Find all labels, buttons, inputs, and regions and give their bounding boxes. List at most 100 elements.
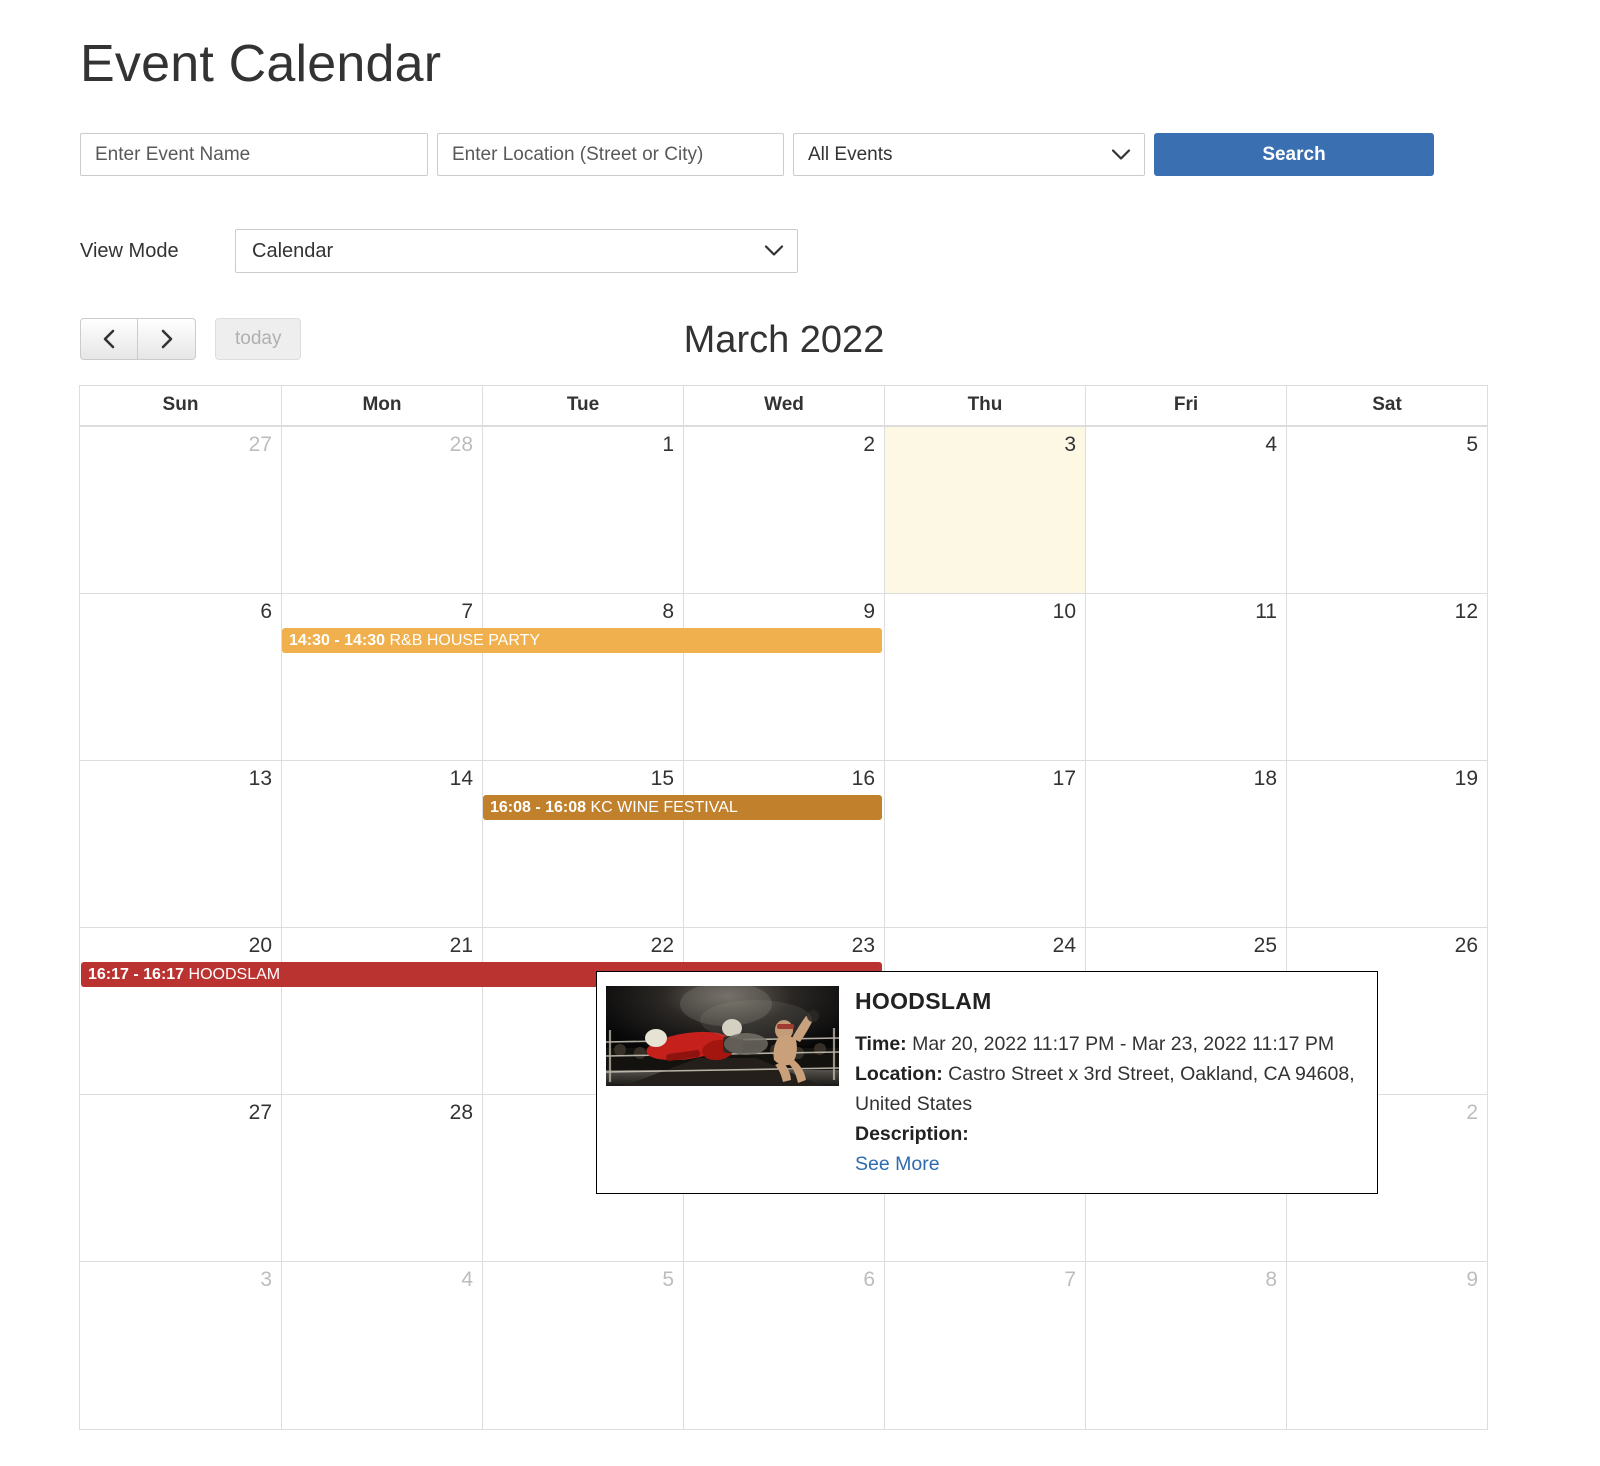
calendar-day-cell[interactable]: 27 <box>80 1095 281 1261</box>
calendar-day-cell[interactable]: 7 <box>281 594 482 760</box>
calendar-day-cell[interactable]: 27 <box>80 427 281 593</box>
weekday-header-tue: Tue <box>482 386 683 425</box>
event-thumbnail-image <box>606 986 839 1086</box>
day-number: 9 <box>1466 1268 1478 1291</box>
calendar-day-cell[interactable]: 5 <box>482 1262 683 1429</box>
calendar-day-cell[interactable]: 19 <box>1286 761 1487 927</box>
event-category-value: All Events <box>808 143 893 165</box>
calendar-day-cell[interactable]: 6 <box>80 594 281 760</box>
day-number: 25 <box>1253 934 1277 957</box>
calendar-day-cell[interactable]: 5 <box>1286 427 1487 593</box>
calendar-day-cell[interactable]: 4 <box>1085 427 1286 593</box>
day-number: 17 <box>1052 767 1076 790</box>
calendar-day-cell[interactable]: 9 <box>683 594 884 760</box>
view-mode-value: Calendar <box>252 239 334 262</box>
calendar-day-cell[interactable]: 18 <box>1085 761 1286 927</box>
calendar-day-cell[interactable]: 1 <box>482 427 683 593</box>
calendar-day-cell[interactable]: 10 <box>884 594 1085 760</box>
day-number: 18 <box>1253 767 1277 790</box>
event-time: 14:30 - 14:30 <box>288 632 386 649</box>
day-number: 6 <box>260 600 272 623</box>
day-number: 4 <box>461 1268 473 1291</box>
calendar-day-cell[interactable]: 3 <box>884 427 1085 593</box>
calendar-day-cell[interactable]: 8 <box>1085 1262 1286 1429</box>
tooltip-description-row: Description: <box>855 1119 1363 1149</box>
day-number: 27 <box>248 1101 272 1124</box>
event-calendar-page: Event Calendar All Events Search View Mo… <box>0 0 1600 1466</box>
day-number: 3 <box>260 1268 272 1291</box>
search-button[interactable]: Search <box>1154 133 1434 176</box>
calendar-week-row: 13 14 15 16 17 18 19 16:08 - 16:08 KC WINE FEST… <box>80 761 1487 928</box>
tooltip-time-value: Mar 20, 2022 11:17 PM - Mar 23, 2022 11:… <box>912 1033 1335 1055</box>
calendar-day-cell[interactable]: 11 <box>1085 594 1286 760</box>
calendar-day-cell[interactable]: 14 <box>281 761 482 927</box>
tooltip-location-label: Location: <box>855 1063 943 1085</box>
calendar-day-cell[interactable]: 16 <box>683 761 884 927</box>
calendar-week-row: 27 28 1 2 3 4 5 <box>80 427 1487 594</box>
calendar-event-bar[interactable]: 16:08 - 16:08 KC WINE FESTIVAL <box>482 795 882 820</box>
day-number: 14 <box>449 767 473 790</box>
event-tooltip: HOODSLAM Time: Mar 20, 2022 11:17 PM - M… <box>596 971 1378 1194</box>
calendar-day-cell[interactable]: 9 <box>1286 1262 1487 1429</box>
day-number: 26 <box>1454 934 1478 957</box>
day-number: 13 <box>248 767 272 790</box>
calendar-toolbar: today March 2022 <box>80 318 1488 362</box>
calendar-day-cell[interactable]: 12 <box>1286 594 1487 760</box>
day-number: 15 <box>650 767 674 790</box>
day-number: 7 <box>461 600 473 623</box>
calendar-day-cell[interactable]: 28 <box>281 1095 482 1261</box>
day-number: 3 <box>1064 433 1076 456</box>
calendar-day-cell[interactable]: 15 <box>482 761 683 927</box>
calendar-day-cell[interactable]: 28 <box>281 427 482 593</box>
day-number: 5 <box>662 1268 674 1291</box>
day-number: 5 <box>1466 433 1478 456</box>
location-input[interactable] <box>437 133 784 176</box>
view-mode-label: View Mode <box>80 239 179 262</box>
day-number: 8 <box>1265 1268 1277 1291</box>
day-number: 2 <box>863 433 875 456</box>
tooltip-event-title: HOODSLAM <box>855 988 992 1014</box>
calendar-day-cell[interactable]: 6 <box>683 1262 884 1429</box>
event-tooltip-body: HOODSLAM Time: Mar 20, 2022 11:17 PM - M… <box>855 986 1363 1179</box>
day-number: 28 <box>449 1101 473 1124</box>
day-number: 12 <box>1454 600 1478 623</box>
view-mode-select[interactable]: Calendar <box>235 229 798 273</box>
tooltip-location-row: Location: Castro Street x 3rd Street, Oa… <box>855 1059 1363 1119</box>
day-number: 6 <box>863 1268 875 1291</box>
calendar-body: 27 28 1 2 3 4 5 6 7 8 9 10 11 12 14:30 - 14:30 R&B HOU… <box>80 427 1487 1429</box>
weekday-header-sun: Sun <box>162 394 199 415</box>
weekday-header-thu: Thu <box>884 386 1085 425</box>
calendar-weekday-header: Sun Mon Tue Wed Thu Fri Sat <box>80 386 1487 427</box>
calendar-day-cell[interactable]: 7 <box>884 1262 1085 1429</box>
day-number: 4 <box>1265 433 1277 456</box>
tooltip-time-row: Time: Mar 20, 2022 11:17 PM - Mar 23, 20… <box>855 1029 1363 1059</box>
calendar-day-cell[interactable]: 4 <box>281 1262 482 1429</box>
calendar-day-cell[interactable]: 2 <box>683 427 884 593</box>
day-number: 21 <box>449 934 473 957</box>
day-number: 10 <box>1052 600 1076 623</box>
event-category-select[interactable]: All Events <box>793 133 1145 176</box>
calendar-day-cell[interactable]: 20 <box>80 928 281 1094</box>
event-name-input[interactable] <box>80 133 428 176</box>
calendar-day-cell[interactable]: 3 <box>80 1262 281 1429</box>
calendar-day-cell[interactable]: 8 <box>482 594 683 760</box>
calendar-grid: Sun Mon Tue Wed Thu Fri Sat 27 28 1 2 3 4 5 6 7 8 9 10 11 1… <box>79 385 1488 1430</box>
weekday-header-fri: Fri <box>1085 386 1286 425</box>
weekday-header-wed: Wed <box>683 386 884 425</box>
event-title: KC WINE FESTIVAL <box>590 799 738 816</box>
day-number: 1 <box>662 433 674 456</box>
day-number: 27 <box>248 433 272 456</box>
day-number: 23 <box>851 934 875 957</box>
calendar-month-title: March 2022 <box>683 319 885 361</box>
weekday-header-sat: Sat <box>1286 386 1487 425</box>
page-title: Event Calendar <box>80 34 442 93</box>
see-more-link[interactable]: See More <box>855 1149 940 1179</box>
day-number: 9 <box>863 600 875 623</box>
event-time: 16:17 - 16:17 <box>88 966 185 983</box>
tooltip-description-label: Description: <box>855 1123 969 1145</box>
calendar-event-bar[interactable]: 14:30 - 14:30 R&B HOUSE PARTY <box>281 628 882 653</box>
calendar-day-cell[interactable]: 13 <box>80 761 281 927</box>
calendar-day-cell[interactable]: 21 <box>281 928 482 1094</box>
calendar-day-cell[interactable]: 17 <box>884 761 1085 927</box>
event-title: R&B HOUSE PARTY <box>389 632 541 649</box>
